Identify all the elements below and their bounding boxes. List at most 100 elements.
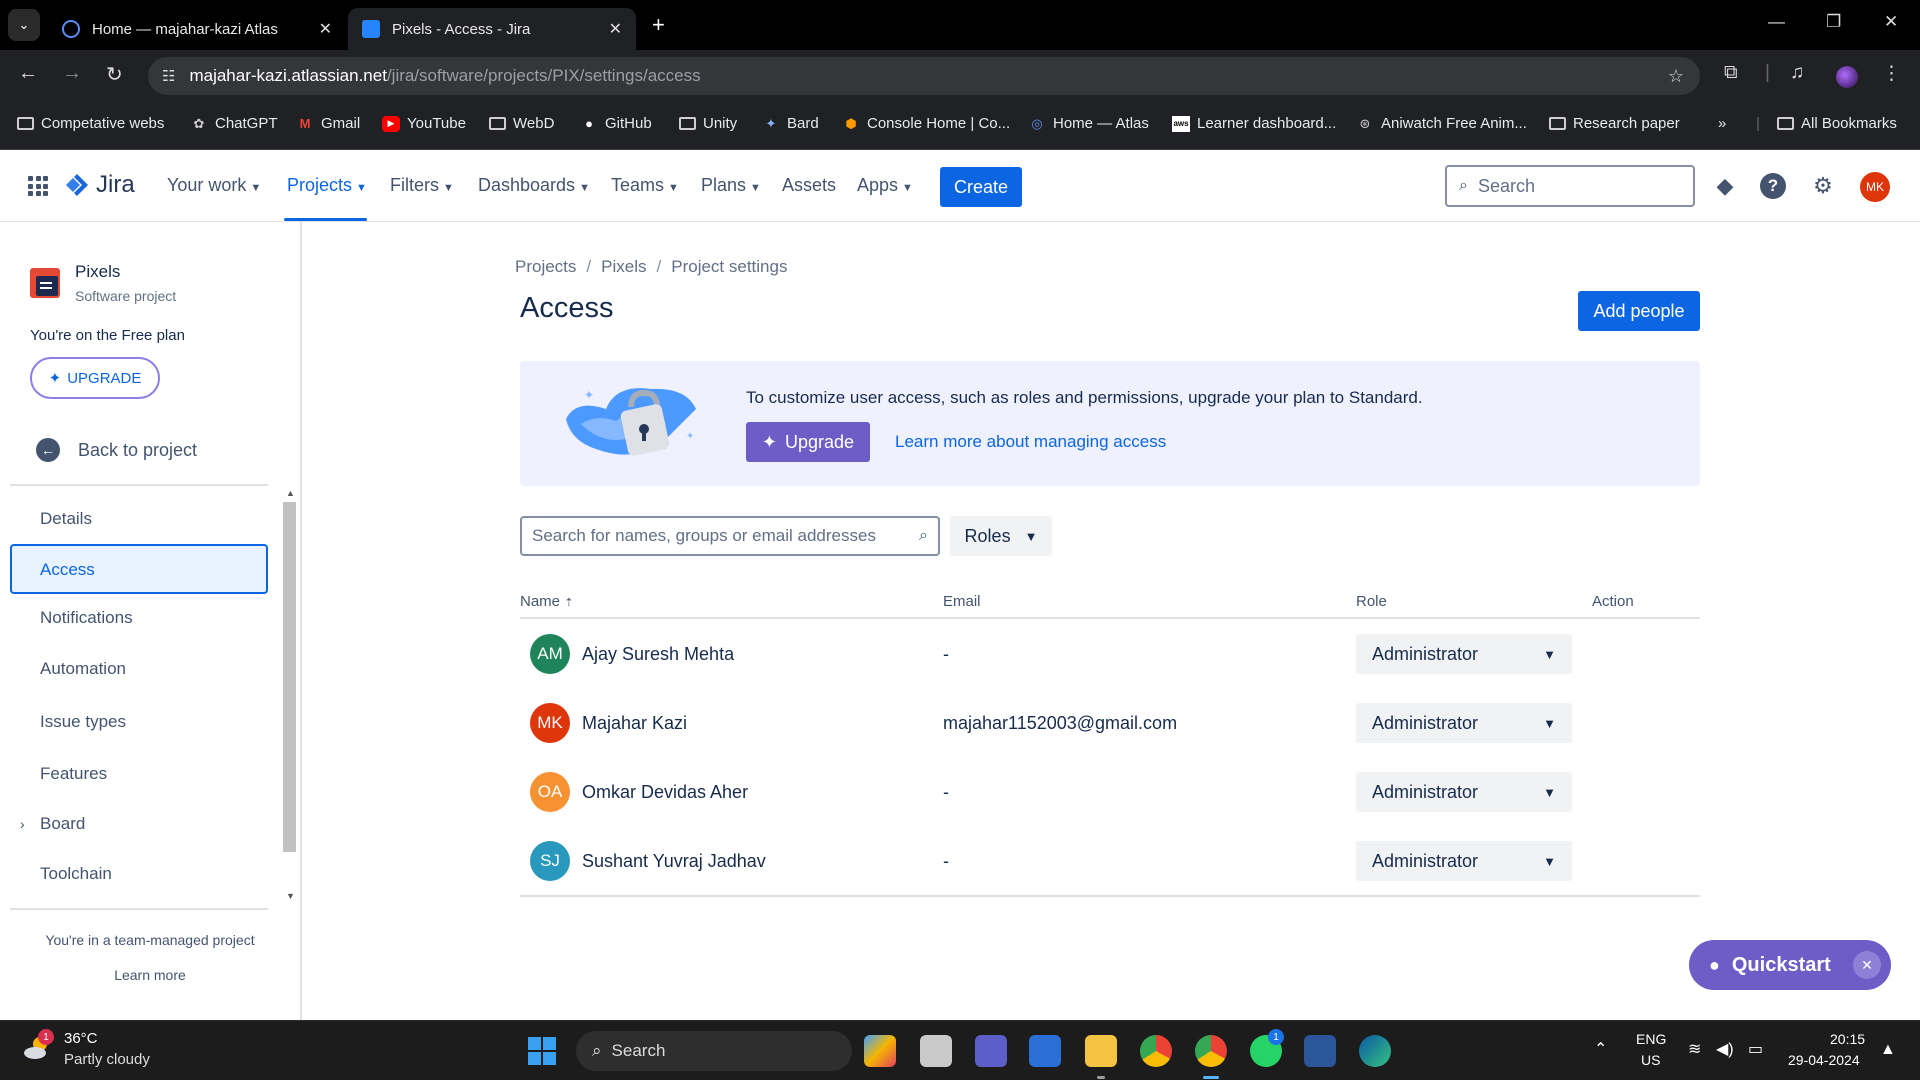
notification-bell-icon[interactable]: ▲	[1880, 1041, 1896, 1059]
role-select[interactable]: Administrator ▼	[1356, 841, 1572, 881]
clock-time[interactable]: 20:15	[1830, 1031, 1865, 1047]
sidebar-item-features[interactable]: Features	[40, 764, 107, 784]
bookmark-item[interactable]: ✦ Bard	[762, 115, 819, 132]
create-button[interactable]: Create	[940, 167, 1022, 207]
forward-icon[interactable]: →	[62, 62, 82, 85]
url-input[interactable]: ☷ majahar-kazi.atlassian.net/jira/softwa…	[148, 57, 1700, 95]
project-name[interactable]: Pixels	[75, 262, 120, 282]
sidebar-item-access[interactable]: Access	[10, 544, 268, 594]
user-avatar[interactable]: MK	[1860, 172, 1890, 202]
sidebar-item-toolchain[interactable]: Toolchain	[40, 864, 112, 884]
nav-assets[interactable]: Assets	[782, 175, 836, 196]
sidebar-item-automation[interactable]: Automation	[40, 659, 126, 679]
bookmark-star-icon[interactable]: ☆	[1668, 66, 1684, 87]
close-icon[interactable]: ✕	[1853, 951, 1881, 979]
tray-overflow-icon[interactable]: ⌃	[1594, 1039, 1607, 1059]
nav-your-work[interactable]: Your work ▼	[167, 175, 261, 196]
site-info-icon[interactable]: ☷	[162, 67, 175, 85]
back-to-project-link[interactable]: ← Back to project	[36, 438, 197, 462]
bookmark-item[interactable]: Research paper	[1548, 115, 1680, 132]
back-icon[interactable]: ←	[18, 62, 38, 85]
role-select[interactable]: Administrator ▼	[1356, 703, 1572, 743]
nav-filters[interactable]: Filters ▼	[390, 175, 454, 196]
sidebar-item-board[interactable]: Board	[40, 814, 85, 834]
nav-dashboards[interactable]: Dashboards ▼	[478, 175, 590, 196]
weather-description[interactable]: Partly cloudy	[64, 1051, 150, 1068]
role-select[interactable]: Administrator ▼	[1356, 772, 1572, 812]
help-icon[interactable]: ?	[1758, 171, 1788, 201]
bookmark-item[interactable]: aws Learner dashboard...	[1172, 115, 1336, 132]
bookmark-item[interactable]: M Gmail	[296, 115, 361, 132]
breadcrumb-project-settings[interactable]: Project settings	[671, 257, 787, 277]
store-icon[interactable]	[1029, 1035, 1061, 1067]
teams-icon[interactable]	[975, 1035, 1007, 1067]
browser-menu-icon[interactable]: ⋮	[1882, 62, 1901, 85]
close-tab-icon[interactable]: ✕	[319, 19, 332, 39]
banner-upgrade-button[interactable]: ✦ Upgrade	[746, 422, 870, 462]
weather-temperature[interactable]: 36°C	[64, 1030, 98, 1047]
taskbar-search[interactable]: ⌕ Search	[576, 1031, 852, 1071]
scroll-up-icon[interactable]: ▲	[286, 488, 295, 498]
add-people-button[interactable]: Add people	[1578, 291, 1700, 331]
bookmark-item[interactable]: ◎ Home — Atlas	[1028, 115, 1149, 132]
file-explorer-icon[interactable]	[1085, 1035, 1117, 1067]
media-control-icon[interactable]: ♫	[1790, 62, 1804, 84]
task-view-icon[interactable]	[920, 1035, 952, 1067]
battery-icon[interactable]: ▭	[1748, 1039, 1763, 1059]
clock-date[interactable]: 29-04-2024	[1788, 1052, 1860, 1068]
word-icon[interactable]	[1304, 1035, 1336, 1067]
edge-icon[interactable]	[1359, 1035, 1391, 1067]
language-indicator[interactable]: ENG	[1636, 1031, 1666, 1047]
column-header-name[interactable]: Name ⇡	[520, 593, 573, 610]
people-search-input[interactable]: Search for names, groups or email addres…	[520, 516, 940, 556]
nav-apps[interactable]: Apps ▼	[857, 175, 913, 196]
quickstart-button[interactable]: ● Quickstart ✕	[1689, 940, 1891, 990]
nav-teams[interactable]: Teams ▼	[611, 175, 679, 196]
keyboard-layout[interactable]: US	[1641, 1052, 1660, 1068]
bookmark-item[interactable]: ✿ ChatGPT	[190, 115, 278, 132]
chevron-right-icon[interactable]: ›	[20, 816, 25, 832]
scrollbar-thumb[interactable]	[283, 502, 296, 852]
bookmark-item[interactable]: Unity	[678, 115, 737, 132]
breadcrumb-projects[interactable]: Projects	[515, 257, 576, 277]
learn-more-link[interactable]: Learn more	[0, 967, 300, 983]
reload-icon[interactable]: ↻	[106, 62, 123, 87]
notifications-icon[interactable]: ◆	[1710, 171, 1740, 201]
bookmark-item[interactable]: WebD	[488, 115, 554, 132]
settings-gear-icon[interactable]: ⚙	[1808, 171, 1838, 201]
browser-tab-jira[interactable]: Pixels - Access - Jira ✕	[348, 8, 636, 50]
sidebar-item-issue-types[interactable]: Issue types	[40, 712, 126, 732]
bookmark-item[interactable]: Competative webs	[16, 115, 164, 132]
sidebar-item-notifications[interactable]: Notifications	[40, 608, 133, 628]
upgrade-plan-button[interactable]: ✦ UPGRADE	[30, 357, 160, 399]
nav-plans[interactable]: Plans ▼	[701, 175, 761, 196]
breadcrumb-pixels[interactable]: Pixels	[601, 257, 646, 277]
chrome-icon[interactable]	[1140, 1035, 1172, 1067]
bookmark-item[interactable]: ⬢ Console Home | Co...	[842, 115, 1010, 132]
jira-logo[interactable]: Jira	[64, 171, 135, 199]
browser-tab-atlas[interactable]: Home — majahar-kazi Atlas ✕	[48, 8, 346, 50]
close-window-icon[interactable]: ✕	[1884, 12, 1898, 32]
sidebar-scrollbar[interactable]: ▲ ▼	[282, 486, 296, 906]
volume-icon[interactable]: ◀)	[1716, 1039, 1734, 1059]
role-select[interactable]: Administrator ▼	[1356, 634, 1572, 674]
learn-more-access-link[interactable]: Learn more about managing access	[895, 432, 1166, 452]
new-tab-icon[interactable]: +	[652, 12, 665, 38]
extensions-icon[interactable]: ⧉	[1724, 62, 1738, 84]
chrome-active-icon[interactable]	[1195, 1035, 1227, 1067]
tab-search-button[interactable]: ⌄	[8, 9, 40, 41]
nav-projects[interactable]: Projects ▼	[287, 175, 367, 196]
bookmarks-overflow-icon[interactable]: »	[1718, 115, 1726, 132]
close-tab-icon[interactable]: ✕	[609, 19, 622, 39]
windows-start-icon[interactable]	[528, 1037, 556, 1065]
wifi-icon[interactable]: ≋	[1688, 1039, 1701, 1059]
roles-filter-dropdown[interactable]: Roles ▼	[950, 516, 1052, 556]
bookmark-item[interactable]: ⊛ Aniwatch Free Anim...	[1356, 115, 1527, 132]
bookmark-item[interactable]: ● GitHub	[580, 115, 652, 132]
sidebar-item-details[interactable]: Details	[40, 509, 92, 529]
bookmark-item[interactable]: ▶ YouTube	[382, 115, 466, 132]
all-bookmarks[interactable]: All Bookmarks	[1776, 115, 1897, 132]
app-switcher-icon[interactable]	[28, 176, 48, 196]
browser-profile-avatar[interactable]	[1836, 66, 1858, 88]
copilot-icon[interactable]	[864, 1035, 896, 1067]
